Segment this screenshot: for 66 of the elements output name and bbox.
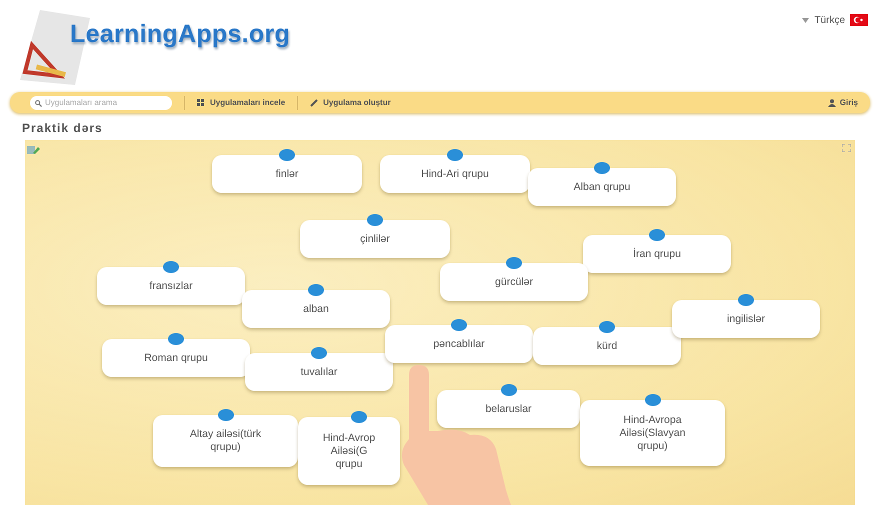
answer-card[interactable]: pəncablılar bbox=[385, 325, 533, 363]
answer-card[interactable]: gürcülər bbox=[440, 263, 588, 301]
edit-icon[interactable] bbox=[27, 144, 40, 156]
connector-dot[interactable] bbox=[649, 229, 665, 241]
answer-card[interactable]: belaruslar bbox=[437, 390, 580, 428]
grid-icon bbox=[197, 99, 205, 106]
answer-card[interactable]: alban bbox=[242, 290, 390, 328]
answer-card[interactable]: Hind-Avropa Ailəsi(Slavyan qrupu) bbox=[580, 400, 725, 466]
connector-dot[interactable] bbox=[218, 409, 234, 421]
connector-dot[interactable] bbox=[308, 284, 324, 296]
answer-card[interactable]: fransızlar bbox=[97, 267, 245, 305]
answer-card[interactable]: tuvalılar bbox=[245, 353, 393, 391]
language-selector[interactable]: Türkçe bbox=[814, 14, 845, 26]
card-label: Altay ailəsi(türk qrupu) bbox=[190, 428, 262, 454]
card-label: gürcülər bbox=[495, 276, 533, 288]
answer-card[interactable]: ingilislər bbox=[672, 300, 820, 338]
answer-card[interactable]: kürd bbox=[533, 327, 681, 365]
card-label: belaruslar bbox=[485, 402, 532, 416]
connector-dot[interactable] bbox=[447, 149, 463, 161]
card-label: ingilislər bbox=[727, 312, 765, 326]
card-label: İran qrupu bbox=[633, 248, 681, 260]
card-label: tuvalılar bbox=[300, 366, 338, 378]
card-label: Hind-Avrop Ailəsi(G qrupu bbox=[322, 432, 376, 470]
card-label: kürd bbox=[596, 340, 618, 352]
card-label: pəncablılar bbox=[433, 338, 485, 350]
connector-dot[interactable] bbox=[738, 294, 754, 306]
user-icon bbox=[828, 98, 836, 106]
site-logo[interactable]: LearningApps.org bbox=[70, 20, 290, 49]
answer-card[interactable]: Altay ailəsi(türk qrupu) bbox=[153, 415, 298, 467]
answer-card[interactable]: çinlilər bbox=[300, 220, 450, 258]
login-link[interactable]: Giriş bbox=[840, 98, 858, 107]
card-label: fransızlar bbox=[149, 280, 193, 292]
search-field[interactable]: Uygulamaları arama bbox=[30, 96, 172, 110]
answer-card[interactable]: Hind-Avrop Ailəsi(G qrupu bbox=[298, 417, 400, 485]
answer-card[interactable]: Roman qrupu bbox=[102, 339, 250, 377]
flag-icon bbox=[850, 14, 868, 26]
answer-card[interactable]: Hind-Ari qrupu bbox=[380, 155, 530, 193]
search-icon bbox=[35, 100, 42, 106]
connector-dot[interactable] bbox=[168, 333, 184, 345]
card-label: alban bbox=[303, 302, 329, 316]
card-label: Roman qrupu bbox=[144, 352, 208, 364]
answer-card[interactable]: finlər bbox=[212, 155, 362, 193]
connector-dot[interactable] bbox=[594, 162, 610, 174]
connector-dot[interactable] bbox=[599, 321, 615, 333]
connector-dot[interactable] bbox=[367, 214, 383, 226]
connector-dot[interactable] bbox=[506, 257, 522, 269]
answer-card[interactable]: İran qrupu bbox=[583, 235, 731, 273]
connector-dot[interactable] bbox=[311, 347, 327, 359]
browse-apps-link[interactable]: Uygulamaları incele bbox=[210, 98, 286, 107]
connector-dot[interactable] bbox=[500, 384, 516, 396]
card-label: finlər bbox=[276, 168, 298, 180]
answer-card[interactable]: Alban qrupu bbox=[528, 168, 676, 206]
pencil-icon bbox=[310, 98, 318, 106]
connector-dot[interactable] bbox=[644, 394, 660, 406]
card-label: Alban qrupu bbox=[574, 180, 630, 194]
card-label: çinlilər bbox=[360, 232, 390, 246]
create-app-link[interactable]: Uygulama oluştur bbox=[323, 98, 391, 107]
card-label: Hind-Ari qrupu bbox=[421, 168, 489, 180]
dropdown-icon bbox=[802, 18, 810, 22]
connector-dot[interactable] bbox=[351, 411, 367, 423]
connector-dot[interactable] bbox=[451, 319, 467, 331]
page-title: Praktik dərs bbox=[22, 121, 103, 135]
connector-dot[interactable] bbox=[279, 149, 295, 161]
connector-dot[interactable] bbox=[163, 261, 179, 273]
card-label: Hind-Avropa Ailəsi(Slavyan qrupu) bbox=[620, 414, 686, 452]
fullscreen-icon[interactable] bbox=[842, 144, 851, 152]
